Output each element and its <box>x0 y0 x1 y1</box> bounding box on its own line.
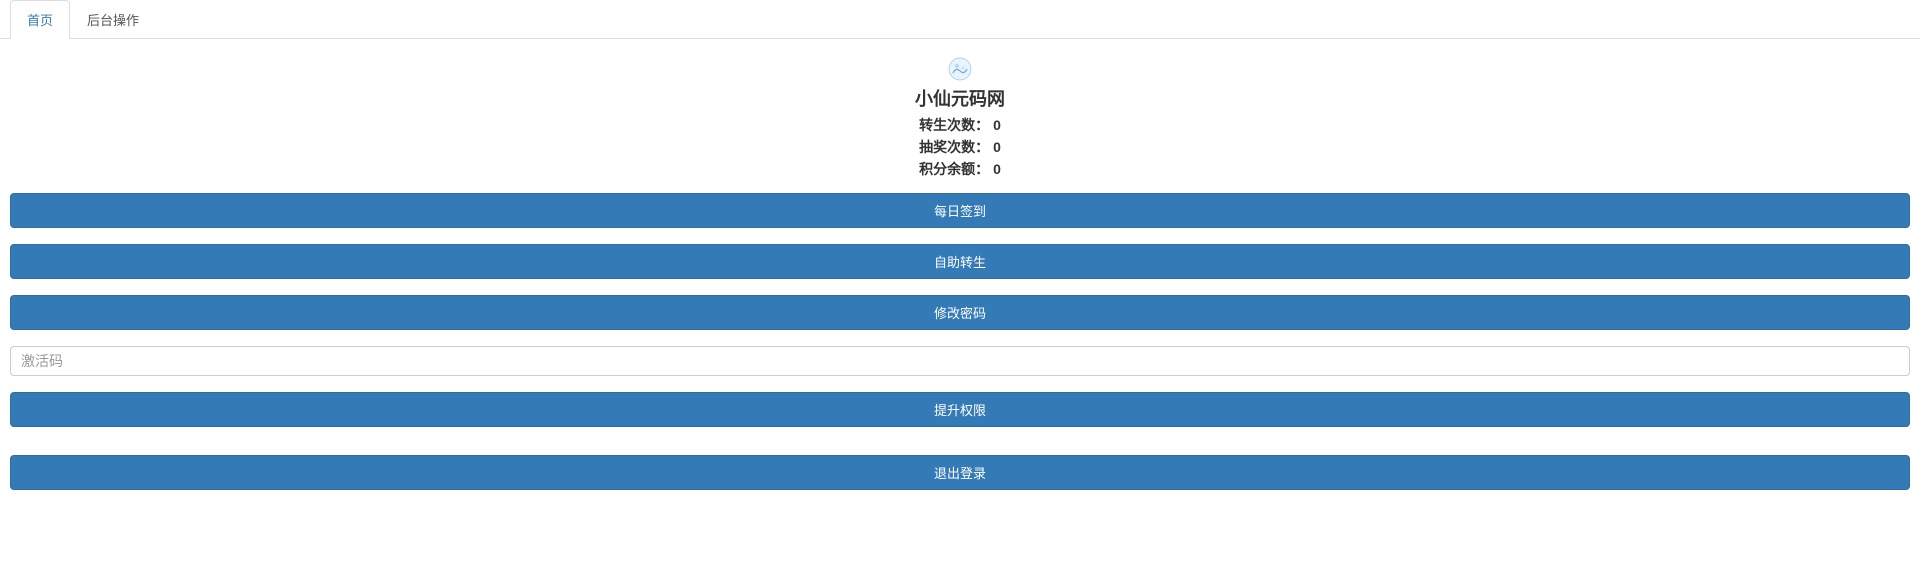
logout-button[interactable]: 退出登录 <box>10 455 1910 490</box>
header-info: 小仙元码网 转生次数： 0 抽奖次数： 0 积分余额： 0 <box>10 57 1910 179</box>
tab-bar: 首页 后台操作 <box>0 0 1920 39</box>
stats-rebirth-label: 转生次数： <box>919 115 989 135</box>
self-rebirth-button[interactable]: 自助转生 <box>10 244 1910 279</box>
upgrade-privilege-button[interactable]: 提升权限 <box>10 392 1910 427</box>
content-area: 小仙元码网 转生次数： 0 抽奖次数： 0 积分余额： 0 每日签到 自助转生 … <box>0 39 1920 516</box>
action-buttons: 每日签到 自助转生 修改密码 提升权限 退出登录 <box>10 193 1910 490</box>
activation-code-input[interactable] <box>10 346 1910 376</box>
avatar-icon <box>948 57 972 81</box>
stats-points: 积分余额： 0 <box>10 159 1910 179</box>
tab-admin[interactable]: 后台操作 <box>70 0 156 39</box>
stats-lottery-value: 0 <box>993 139 1001 155</box>
stats-lottery-label: 抽奖次数： <box>919 137 989 157</box>
stats-lottery: 抽奖次数： 0 <box>10 137 1910 157</box>
change-password-button[interactable]: 修改密码 <box>10 295 1910 330</box>
site-logo-icon <box>948 57 972 81</box>
site-title: 小仙元码网 <box>10 85 1910 111</box>
stats-rebirth: 转生次数： 0 <box>10 115 1910 135</box>
stats-points-value: 0 <box>993 161 1001 177</box>
tab-home[interactable]: 首页 <box>10 0 70 39</box>
stats-rebirth-value: 0 <box>993 117 1001 133</box>
stats-points-label: 积分余额： <box>919 159 989 179</box>
daily-checkin-button[interactable]: 每日签到 <box>10 193 1910 228</box>
